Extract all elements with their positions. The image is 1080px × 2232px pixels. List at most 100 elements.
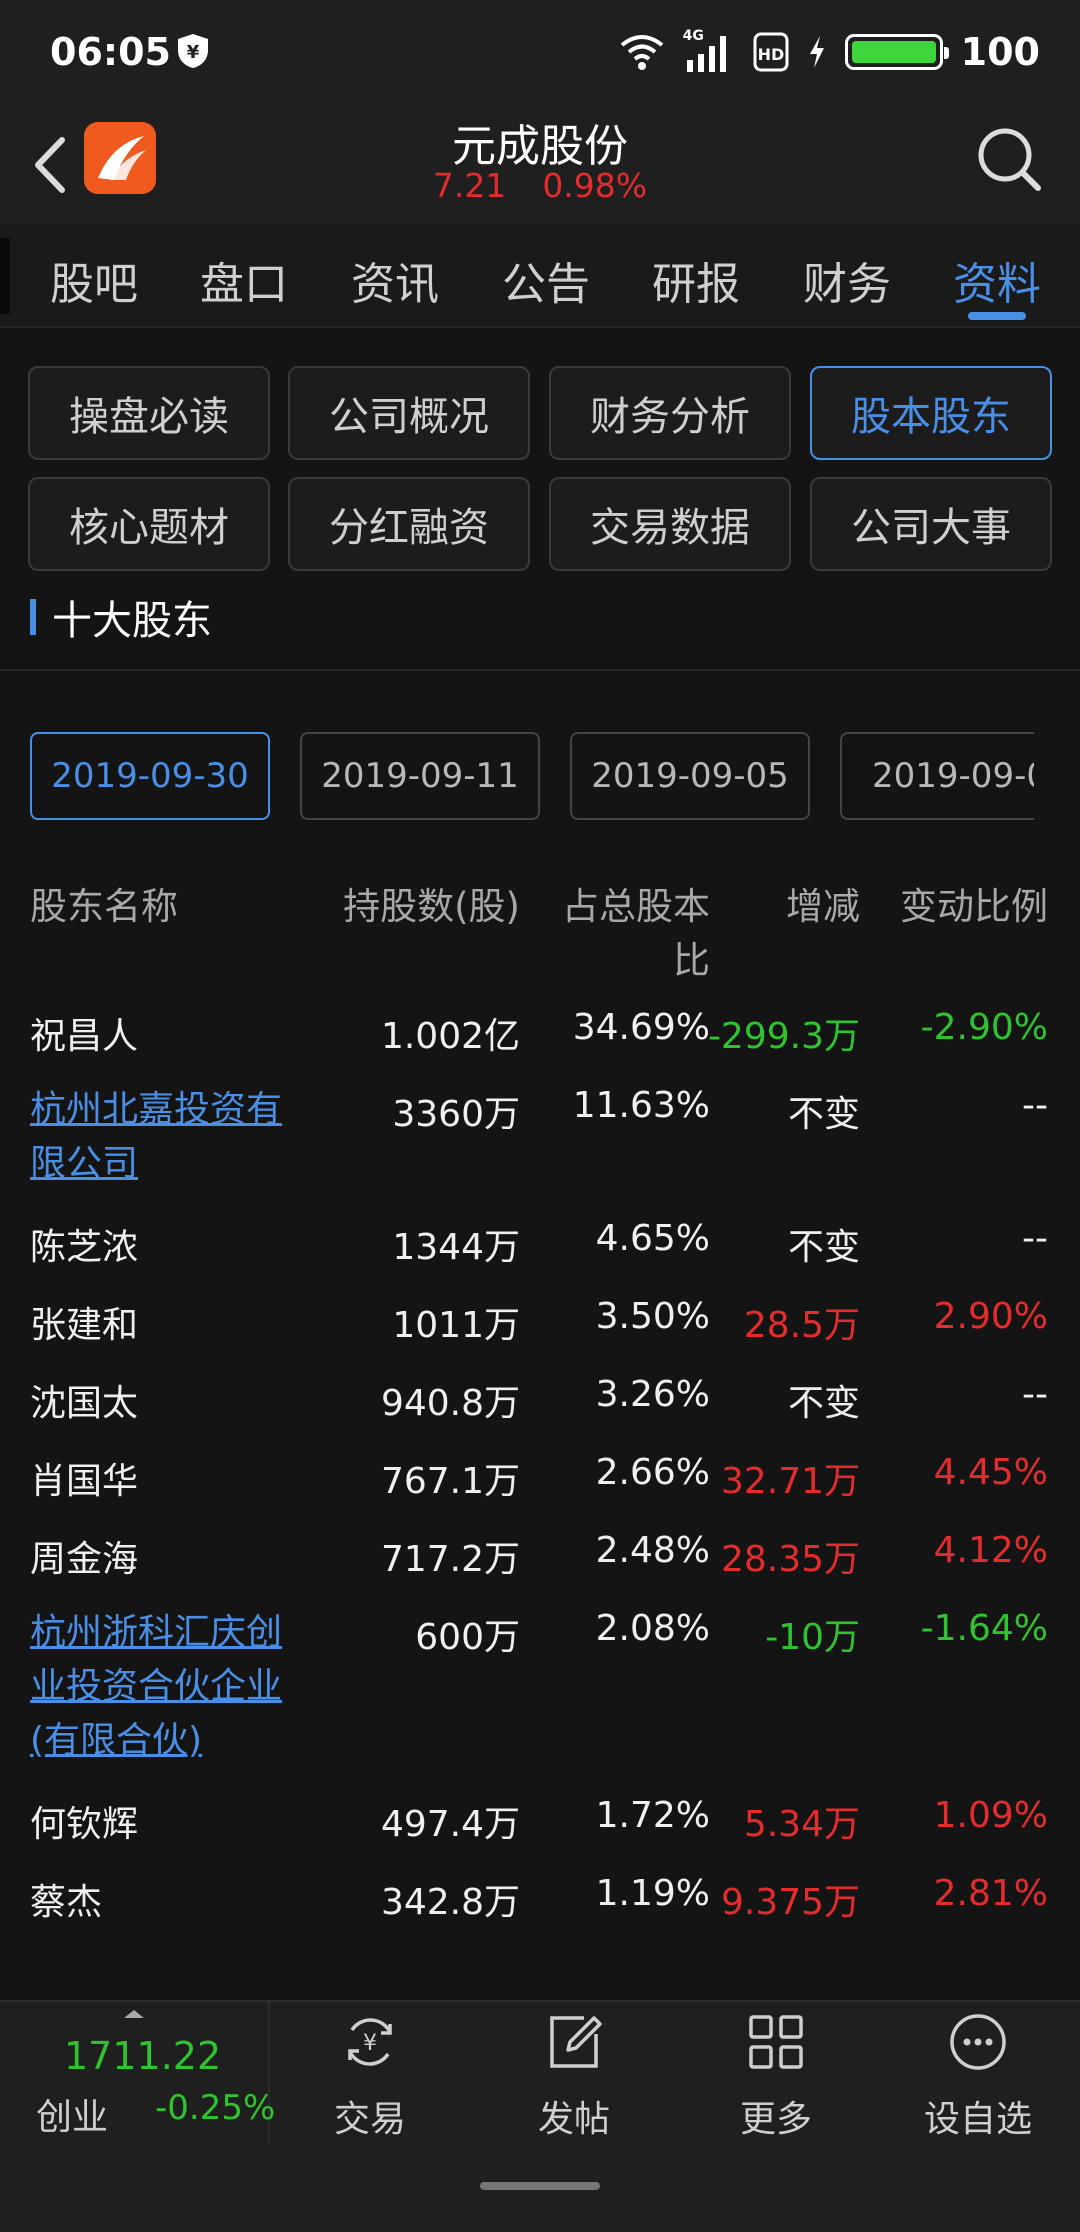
shareholder-link[interactable]: 杭州浙科汇庆创业投资合伙企业(有限合伙) — [30, 1606, 310, 1768]
change-cell: 不变 — [787, 1227, 860, 1268]
change-cell: 32.71万 — [720, 1461, 860, 1502]
column-header-ratio: 占总股本 — [562, 885, 710, 928]
shareholder-name: 肖国华 — [30, 1461, 139, 1502]
change-cell: -10万 — [765, 1617, 860, 1658]
ratio-cell: 2.08% — [595, 1608, 710, 1649]
nav-label: 更多 — [739, 2099, 812, 2140]
ratio-cell: 3.50% — [595, 1296, 710, 1337]
shares-cell: 767.1万 — [380, 1461, 520, 1502]
ratio-cell: 11.63% — [572, 1085, 710, 1126]
search-icon[interactable] — [974, 124, 1044, 194]
bottom-navigation: 1711.22 创业 -0.25% ¥ 交易 发帖 更多 设自选 — [0, 2000, 1080, 2232]
grid-button-financial-analysis[interactable]: 财务分析 — [549, 366, 791, 460]
nav-trade[interactable]: ¥ 交易 — [290, 2012, 450, 2142]
shareholder-name: 蔡杰 — [30, 1882, 103, 1923]
tab-news[interactable]: 资讯 — [351, 248, 439, 312]
tab-research[interactable]: 研报 — [652, 248, 740, 312]
grid-button-shareholders[interactable]: 股本股东 — [810, 366, 1052, 460]
battery-level: 100 — [960, 30, 1040, 74]
active-tab-indicator — [968, 312, 1026, 320]
grid-button-company-overview[interactable]: 公司概况 — [288, 366, 530, 460]
change-ratio-cell: 2.90% — [933, 1296, 1048, 1337]
grid-button-dividends[interactable]: 分红融资 — [288, 477, 530, 571]
tab-finance[interactable]: 财务 — [803, 248, 891, 312]
stock-name: 元成股份 — [452, 121, 628, 172]
date-chip[interactable]: 2019-09-30 — [30, 732, 270, 820]
shield-icon: ¥ — [178, 34, 208, 68]
charging-icon — [809, 36, 824, 68]
shares-cell: 600万 — [415, 1617, 520, 1658]
change-cell: -299.3万 — [707, 1016, 860, 1057]
status-icons: 4G HD 100 — [619, 26, 1040, 78]
change-ratio-cell: 4.45% — [933, 1452, 1048, 1493]
battery-icon — [844, 34, 949, 70]
stock-quote: 7.21 0.98% — [0, 166, 1080, 205]
ratio-cell: 3.26% — [595, 1374, 710, 1415]
grid-button-core-themes[interactable]: 核心题材 — [28, 477, 270, 571]
index-name: 创业 — [36, 2097, 109, 2138]
nav-label: 设自选 — [923, 2099, 1032, 2140]
index-change: -0.25% — [155, 2088, 276, 2128]
shares-cell: 497.4万 — [380, 1804, 520, 1845]
shareholder-name: 祝昌人 — [30, 1016, 139, 1057]
shares-cell: 1344万 — [392, 1227, 520, 1268]
ratio-cell: 4.65% — [595, 1218, 710, 1259]
change-cell: 5.34万 — [743, 1804, 860, 1845]
date-selector: 2019-09-30 2019-09-11 2019-09-05 2019-09… — [30, 732, 1034, 822]
svg-text:¥: ¥ — [363, 2031, 377, 2056]
shares-cell: 3360万 — [392, 1094, 520, 1135]
tab-guba[interactable]: 股吧 — [50, 248, 138, 312]
wifi-icon — [620, 35, 663, 70]
index-value: 1711.22 — [64, 2034, 222, 2078]
change-ratio-cell: -- — [1022, 1085, 1048, 1126]
column-header-ratio-line2: 比 — [673, 939, 710, 982]
change-cell: 28.5万 — [743, 1305, 860, 1346]
column-header-name: 股东名称 — [30, 885, 178, 928]
ratio-cell: 1.19% — [595, 1873, 710, 1914]
shares-cell: 1011万 — [392, 1305, 520, 1346]
shares-cell: 717.2万 — [380, 1539, 520, 1580]
stock-change: 0.98% — [542, 166, 648, 205]
status-bar: 06:05 ¥ 4G HD 100 — [0, 0, 1080, 110]
shareholder-name: 沈国太 — [30, 1383, 139, 1424]
ratio-cell: 2.48% — [595, 1530, 710, 1571]
nav-post[interactable]: 发帖 — [494, 2012, 654, 2142]
grid-button-major-events[interactable]: 公司大事 — [810, 477, 1052, 571]
change-ratio-cell: -1.64% — [920, 1608, 1048, 1649]
shareholder-name: 陈芝浓 — [30, 1227, 139, 1268]
change-cell: 9.375万 — [720, 1882, 860, 1923]
date-chip[interactable]: 2019-09-05 — [570, 732, 810, 820]
stock-price: 7.21 — [432, 166, 507, 205]
shares-cell: 1.002亿 — [380, 1016, 520, 1057]
column-header-change-ratio: 变动比例 — [900, 885, 1048, 928]
nav-more[interactable]: 更多 — [696, 2012, 856, 2142]
expand-arrow-icon — [124, 2010, 144, 2018]
market-index-panel[interactable]: 1711.22 创业 -0.25% — [0, 2002, 275, 2142]
column-header-shares: 持股数(股) — [343, 885, 520, 928]
shareholder-name: 周金海 — [30, 1539, 139, 1580]
grid-button-trading-data[interactable]: 交易数据 — [549, 477, 791, 571]
date-chip[interactable]: 2019-09-0 — [840, 732, 1034, 820]
shares-cell: 940.8万 — [380, 1383, 520, 1424]
shareholder-link[interactable]: 杭州北嘉投资有限公司 — [30, 1083, 310, 1191]
tab-announcement[interactable]: 公告 — [502, 248, 590, 312]
svg-text:HD: HD — [757, 45, 784, 64]
ratio-cell: 2.66% — [595, 1452, 710, 1493]
nav-add-watchlist[interactable]: 设自选 — [898, 2012, 1058, 2142]
tab-bar: 股吧 盘口 资讯 公告 研报 财务 资料 — [0, 224, 1080, 328]
ratio-cell: 1.72% — [595, 1795, 710, 1836]
change-cell: 28.35万 — [720, 1539, 860, 1580]
tab-pankou[interactable]: 盘口 — [200, 248, 288, 312]
grid-button-trading-guide[interactable]: 操盘必读 — [28, 366, 270, 460]
change-ratio-cell: -- — [1022, 1374, 1048, 1415]
ratio-cell: 34.69% — [572, 1007, 710, 1048]
home-indicator[interactable] — [480, 2182, 600, 2190]
date-chip[interactable]: 2019-09-11 — [300, 732, 540, 820]
svg-text:¥: ¥ — [187, 42, 200, 63]
shareholder-name: 张建和 — [30, 1305, 139, 1346]
change-ratio-cell: 1.09% — [933, 1795, 1048, 1836]
tab-profile[interactable]: 资料 — [953, 248, 1041, 312]
section-title-text: 十大股东 — [52, 598, 212, 644]
compose-icon — [550, 2016, 602, 2068]
section-marker — [30, 599, 36, 635]
